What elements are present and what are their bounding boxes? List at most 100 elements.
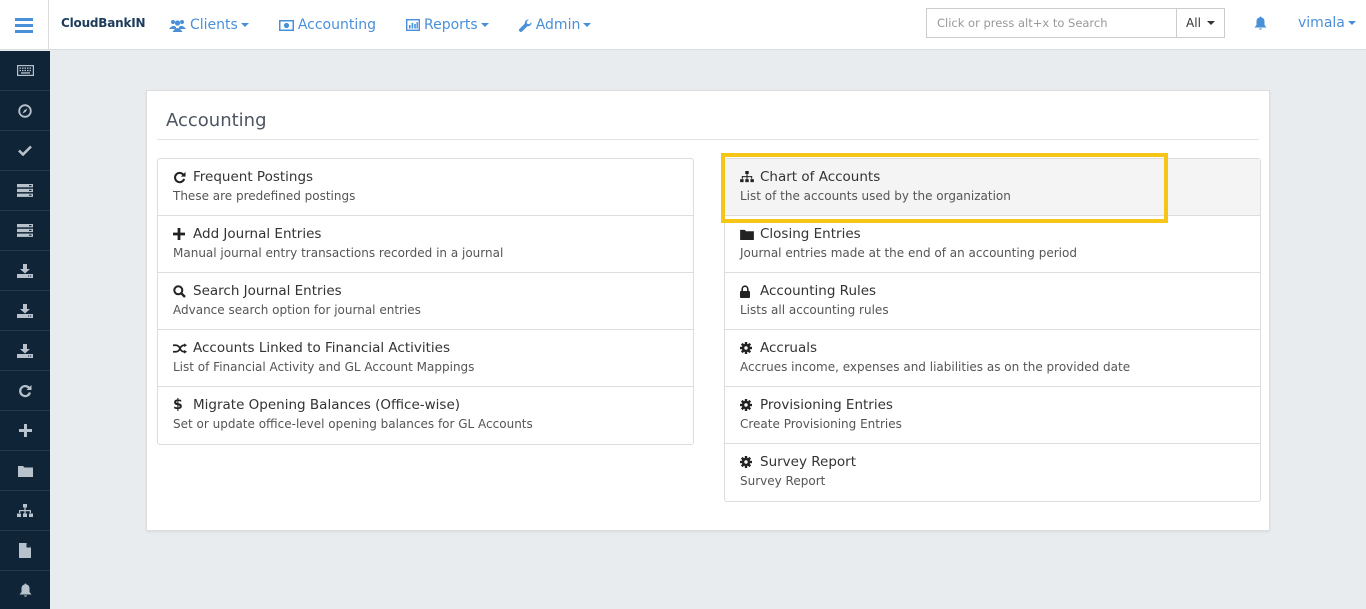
sidebar-item-navigation[interactable] bbox=[0, 91, 50, 131]
sidebar-item-download-3[interactable] bbox=[0, 331, 50, 371]
sitemap-icon bbox=[17, 503, 33, 517]
list-item-add-journal-entries[interactable]: Add Journal Entries Manual journal entry… bbox=[158, 216, 693, 273]
search-icon bbox=[173, 284, 187, 298]
accounting-list-right: Chart of Accounts List of the accounts u… bbox=[724, 158, 1261, 502]
item-description: Create Provisioning Entries bbox=[740, 417, 902, 431]
user-name: vimala bbox=[1298, 15, 1345, 31]
item-title: Closing Entries bbox=[760, 226, 861, 242]
dollar-icon: $ bbox=[173, 397, 183, 413]
refresh-icon bbox=[19, 384, 32, 397]
sidebar-item-add[interactable] bbox=[0, 411, 50, 451]
menu-toggle-button[interactable] bbox=[0, 0, 49, 50]
refresh-icon bbox=[173, 171, 187, 184]
item-title: Add Journal Entries bbox=[193, 226, 322, 242]
page-title: Accounting bbox=[166, 110, 267, 131]
users-icon bbox=[169, 19, 186, 32]
list-item-survey-report[interactable]: Survey Report Survey Report bbox=[725, 444, 1260, 501]
item-description: Set or update office-level opening balan… bbox=[173, 417, 533, 431]
sidebar-item-folder[interactable] bbox=[0, 451, 50, 491]
list-item-migrate-opening-balances[interactable]: $ Migrate Opening Balances (Office-wise)… bbox=[158, 387, 693, 444]
server-icon bbox=[17, 184, 33, 197]
list-item-accounts-linked[interactable]: Accounts Linked to Financial Activities … bbox=[158, 330, 693, 387]
list-item-search-journal-entries[interactable]: Search Journal Entries Advance search op… bbox=[158, 273, 693, 330]
nav-clients-label: Clients bbox=[190, 17, 238, 33]
sidebar-item-file[interactable] bbox=[0, 531, 50, 571]
item-description: Advance search option for journal entrie… bbox=[173, 303, 421, 317]
list-item-accruals[interactable]: Accruals Accrues income, expenses and li… bbox=[725, 330, 1260, 387]
nav-admin[interactable]: Admin bbox=[518, 17, 592, 33]
gear-icon bbox=[740, 399, 754, 411]
chevron-down-icon bbox=[240, 23, 249, 27]
item-description: List of Financial Activity and GL Accoun… bbox=[173, 360, 475, 374]
random-icon bbox=[173, 342, 187, 354]
top-navbar: CloudBankIN Clients Accounting Reports A… bbox=[0, 0, 1366, 50]
item-title: Survey Report bbox=[760, 454, 857, 470]
sidebar-item-refresh[interactable] bbox=[0, 371, 50, 411]
sidebar-item-download-2[interactable] bbox=[0, 291, 50, 331]
sidebar-item-checker[interactable] bbox=[0, 131, 50, 171]
plus-icon bbox=[18, 424, 32, 437]
download-icon bbox=[17, 263, 33, 278]
plus-icon bbox=[173, 228, 187, 240]
item-description: Journal entries made at the end of an ac… bbox=[740, 246, 1077, 260]
item-description: Lists all accounting rules bbox=[740, 303, 889, 317]
chevron-down-icon bbox=[1206, 21, 1215, 25]
folder-icon bbox=[17, 465, 33, 477]
list-item-closing-entries[interactable]: Closing Entries Journal entries made at … bbox=[725, 216, 1260, 273]
sidebar-item-collections[interactable] bbox=[0, 211, 50, 251]
nav-accounting-label: Accounting bbox=[297, 17, 377, 33]
item-title: Provisioning Entries bbox=[760, 397, 893, 413]
money-icon bbox=[278, 19, 294, 31]
brand-logo[interactable]: CloudBankIN bbox=[61, 16, 146, 30]
chevron-down-icon bbox=[480, 23, 489, 27]
server-icon bbox=[17, 224, 33, 237]
hamburger-icon bbox=[15, 17, 33, 33]
sidebar bbox=[0, 51, 50, 609]
main-nav: Clients Accounting Reports Admin bbox=[169, 0, 621, 50]
item-description: Accrues income, expenses and liabilities… bbox=[740, 360, 1131, 374]
search-scope-select[interactable]: All bbox=[1176, 8, 1225, 38]
global-search: All bbox=[926, 8, 1225, 38]
list-item-chart-of-accounts[interactable]: Chart of Accounts List of the accounts u… bbox=[725, 159, 1260, 216]
item-title: Search Journal Entries bbox=[193, 283, 342, 299]
notifications-button[interactable] bbox=[1254, 16, 1267, 35]
chevron-down-icon bbox=[583, 23, 592, 27]
bell-icon bbox=[1254, 16, 1267, 30]
nav-reports-label: Reports bbox=[424, 17, 478, 33]
sidebar-item-download-1[interactable] bbox=[0, 251, 50, 291]
nav-accounting[interactable]: Accounting bbox=[278, 17, 377, 33]
download-icon bbox=[17, 303, 33, 318]
item-title: Accruals bbox=[760, 340, 818, 356]
sidebar-item-chart-of-accounts[interactable] bbox=[0, 491, 50, 531]
bar-chart-icon bbox=[406, 19, 421, 31]
item-title: Chart of Accounts bbox=[760, 169, 881, 185]
nav-reports[interactable]: Reports bbox=[406, 17, 489, 33]
bell-icon bbox=[19, 583, 31, 597]
sidebar-item-keyboard[interactable] bbox=[0, 51, 50, 91]
list-item-frequent-postings[interactable]: Frequent Postings These are predefined p… bbox=[158, 159, 693, 216]
sidebar-item-notifications[interactable] bbox=[0, 571, 50, 609]
item-description: Survey Report bbox=[740, 474, 826, 488]
lock-icon bbox=[740, 284, 754, 298]
item-title: Frequent Postings bbox=[193, 169, 314, 185]
item-title: Accounts Linked to Financial Activities bbox=[193, 340, 451, 356]
chevron-down-icon bbox=[1347, 21, 1356, 25]
search-input[interactable] bbox=[926, 8, 1176, 38]
wrench-icon bbox=[518, 18, 532, 32]
check-icon bbox=[18, 145, 32, 156]
gear-icon bbox=[740, 342, 754, 354]
nav-clients[interactable]: Clients bbox=[169, 17, 249, 33]
keyboard-icon bbox=[16, 65, 34, 76]
search-scope-value: All bbox=[1186, 16, 1201, 30]
accounting-list-left: Frequent Postings These are predefined p… bbox=[157, 158, 694, 445]
list-item-accounting-rules[interactable]: Accounting Rules Lists all accounting ru… bbox=[725, 273, 1260, 330]
item-description: List of the accounts used by the organiz… bbox=[740, 189, 1011, 203]
sidebar-item-tasks[interactable] bbox=[0, 171, 50, 211]
divider bbox=[157, 139, 1259, 140]
gear-icon bbox=[740, 456, 754, 468]
item-title: Migrate Opening Balances (Office-wise) bbox=[193, 397, 461, 413]
item-description: These are predefined postings bbox=[173, 189, 356, 203]
list-item-provisioning-entries[interactable]: Provisioning Entries Create Provisioning… bbox=[725, 387, 1260, 444]
item-description: Manual journal entry transactions record… bbox=[173, 246, 504, 260]
user-menu[interactable]: vimala bbox=[1298, 15, 1356, 31]
